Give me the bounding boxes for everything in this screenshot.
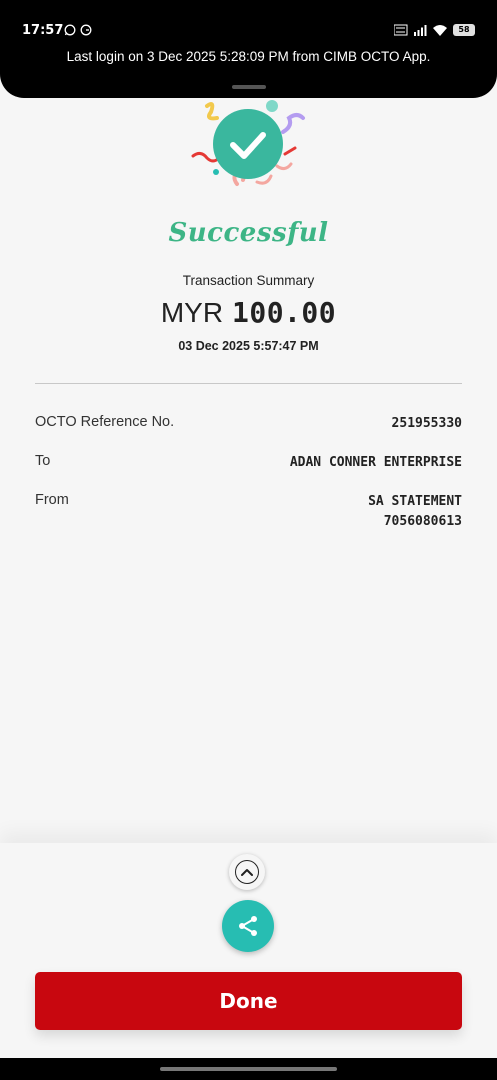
success-title: Successful	[168, 218, 329, 248]
transaction-summary-label: Transaction Summary	[182, 273, 315, 288]
status-time: 17:57	[22, 23, 64, 38]
recipient-name: ADAN CONNER ENTERPRISE	[289, 455, 462, 470]
success-check-icon	[191, 100, 305, 186]
share-button[interactable]	[222, 900, 274, 952]
source-account-number: 7056080613	[383, 514, 462, 529]
amount-currency: MYR	[160, 297, 224, 328]
volte-icon	[394, 24, 408, 36]
last-login-text: Last login on 3 Dec 2025 5:28:09 PM from…	[66, 49, 431, 64]
amount-value: 100.00	[231, 296, 337, 329]
chevron-up-icon	[241, 869, 253, 876]
amount: MYR 100.00	[0, 296, 497, 329]
detail-label: To	[35, 453, 51, 469]
reference-number: 251955330	[391, 416, 462, 431]
detail-label: From	[35, 492, 69, 508]
detail-value: ADAN CONNER ENTERPRISE	[290, 453, 462, 473]
4g-signal-icon	[414, 25, 427, 36]
detail-value: SA STATEMENT 7056080613	[368, 492, 462, 532]
done-button[interactable]: Done	[35, 972, 462, 1030]
status-icons-right: 58	[394, 24, 475, 36]
battery-icon: 58	[453, 24, 475, 36]
transaction-datetime: 03 Dec 2025 5:57:47 PM	[178, 339, 319, 353]
divider	[35, 383, 462, 384]
wifi-icon	[433, 25, 447, 36]
expand-button-ring	[235, 860, 259, 884]
expand-button[interactable]	[229, 854, 265, 890]
home-gesture-handle[interactable]	[160, 1067, 337, 1071]
status-icons-left	[64, 24, 92, 36]
source-account-name: SA STATEMENT	[368, 494, 462, 509]
whatsapp-icon	[64, 24, 76, 36]
share-icon	[239, 916, 257, 936]
detail-label: OCTO Reference No.	[35, 414, 175, 430]
g-icon	[80, 24, 92, 36]
detail-value: 251955330	[392, 414, 462, 434]
banner-drag-handle[interactable]	[232, 85, 266, 89]
notification-banner: 17:57 58 Last login on 3 Dec 2025 5:28:0…	[0, 0, 497, 98]
